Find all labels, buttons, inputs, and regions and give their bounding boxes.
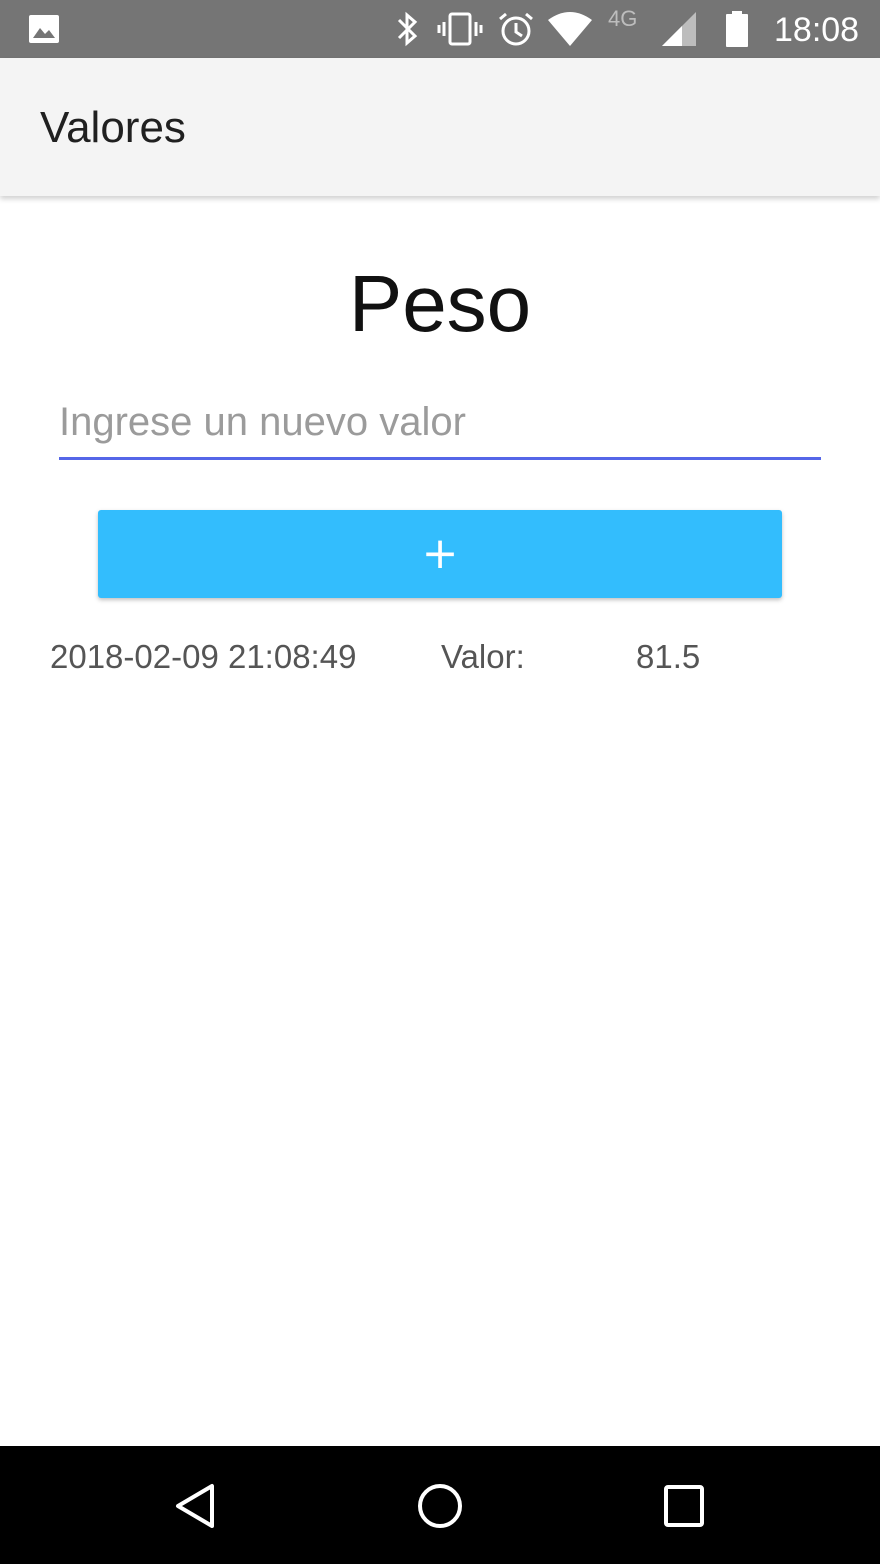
bluetooth-icon (394, 10, 422, 48)
status-time: 18:08 (774, 11, 860, 49)
status-bar: 4G 18:08 (0, 0, 880, 58)
alarm-icon (496, 10, 536, 48)
signal-icon (660, 10, 698, 48)
image-icon (28, 14, 60, 44)
page-heading: Peso (348, 259, 532, 348)
app-bar: Valores (0, 58, 880, 196)
wifi-icon (546, 10, 594, 48)
app-title: Valores (40, 103, 186, 152)
entry-value: 81.5 (636, 638, 701, 675)
add-value-button[interactable]: + (98, 510, 782, 598)
network-type-label: 4G (608, 6, 638, 31)
recents-icon[interactable] (654, 1476, 714, 1536)
entry-label: Valor: (441, 638, 525, 675)
value-input[interactable] (59, 388, 821, 460)
home-icon[interactable] (410, 1476, 470, 1536)
navigation-bar (0, 1446, 880, 1564)
entry-date: 2018-02-09 21:08:49 (50, 638, 357, 675)
vibrate-icon (436, 10, 484, 48)
list-item: 2018-02-09 21:08:49 Valor: 81.5 (0, 636, 880, 680)
back-icon[interactable] (166, 1476, 226, 1536)
battery-icon (724, 10, 750, 48)
